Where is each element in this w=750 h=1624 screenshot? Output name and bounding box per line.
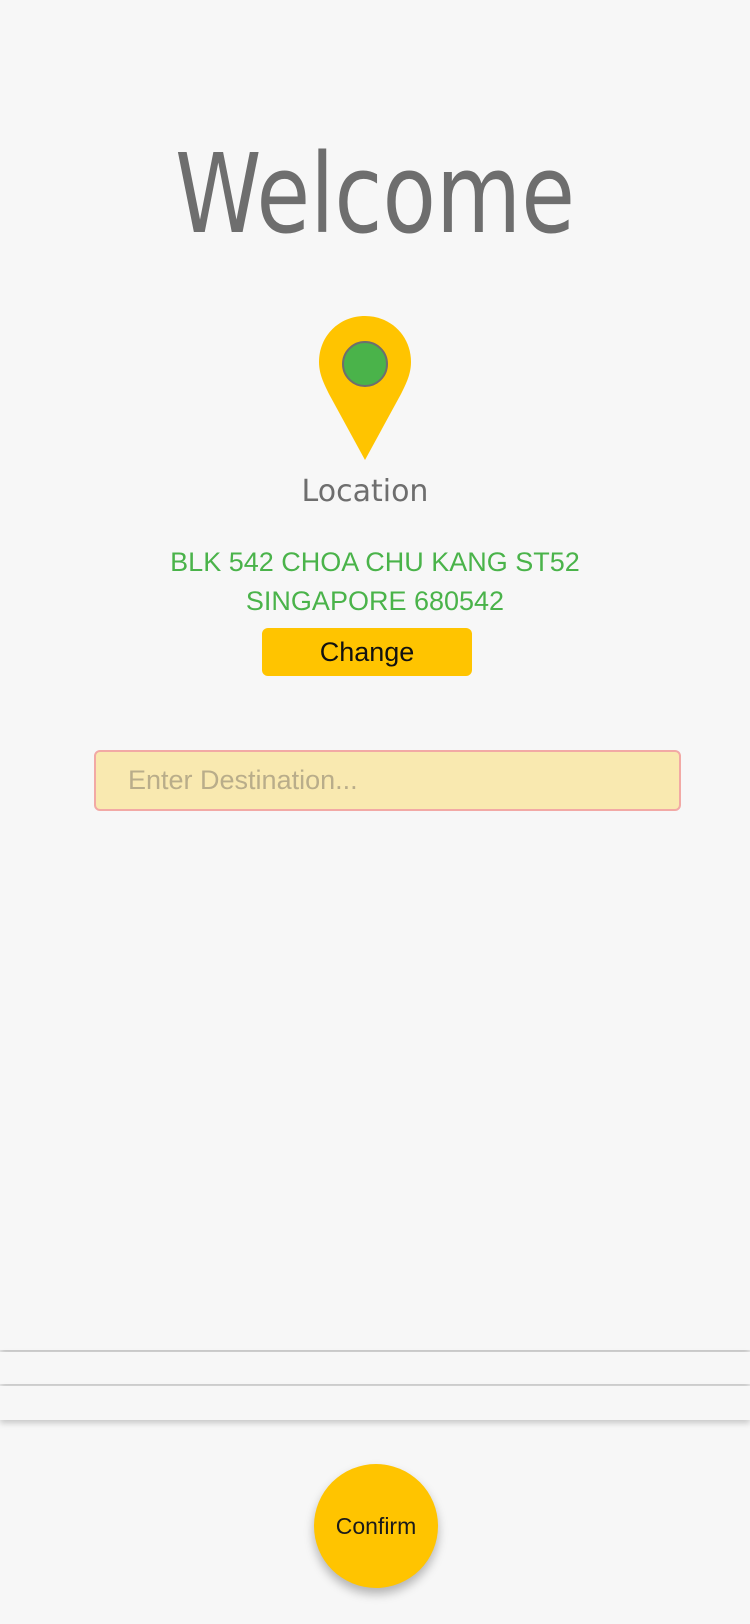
svg-text:Welcome: Welcome [175,130,575,258]
confirm-button[interactable]: Confirm [314,1464,438,1588]
change-location-button[interactable]: Change [262,628,472,676]
current-address: BLK 542 CHOA CHU KANG ST52 SINGAPORE 680… [0,543,750,621]
address-line-1: BLK 542 CHOA CHU KANG ST52 [170,547,580,577]
location-label: Location [301,474,429,509]
destination-input[interactable] [94,750,681,811]
address-line-2: SINGAPORE 680542 [245,586,505,616]
welcome-title: Welcome [175,130,575,258]
map-pin-icon [319,316,411,460]
main-content: Welcome Location BLK 542 CHOA CHU KANG S… [0,0,750,1624]
